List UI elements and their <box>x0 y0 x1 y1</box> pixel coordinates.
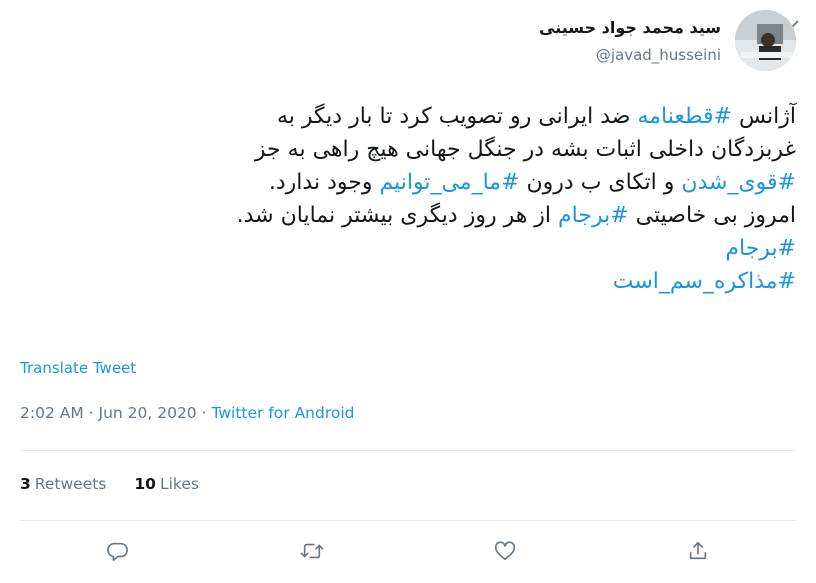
hashtag-link[interactable]: #برجام <box>725 236 796 261</box>
meta-separator: · <box>83 404 99 422</box>
hashtag-link[interactable]: #مذاکره_سم_است <box>613 269 796 294</box>
tweet-text: آژانس #قطعنامه ضد ایرانی رو تصویب کرد تا… <box>20 100 796 298</box>
likes-count: 10 <box>134 475 156 493</box>
retweets-label: Retweets <box>34 475 107 493</box>
hashtag-link[interactable]: #ما_می_توانیم <box>379 170 519 195</box>
divider <box>20 520 796 521</box>
tweet-text-segment: غربزدگان داخلی اثبات بشه در جنگل جهانی ه… <box>254 137 796 162</box>
tweet-text-line: #قوی_شدن و اتکای ب درون #ما_می_توانیم وج… <box>20 166 796 199</box>
like-icon <box>494 541 516 561</box>
tweet-date[interactable]: Jun 20, 2020 <box>99 404 197 422</box>
tweet-source-link[interactable]: Twitter for Android <box>211 404 354 422</box>
likes-label: Likes <box>159 475 199 493</box>
tweet-text-segment: ضد ایرانی رو تصویب کرد تا بار دیگر به <box>276 104 638 129</box>
tweet-text-line: #مذاکره_سم_است <box>20 265 796 298</box>
tweet-text-segment: امروز بی خاصیتی <box>628 203 796 228</box>
tweet-text-line: #برجام <box>20 232 796 265</box>
tweet-time[interactable]: 2:02 AM <box>20 404 84 422</box>
tweet-text-segment: آژانس <box>731 104 796 129</box>
retweets-stat[interactable]: 3 Retweets <box>20 475 106 493</box>
tweet-author[interactable]: سید محمد جواد حسینی @javad_husseini <box>461 10 796 71</box>
hashtag-link[interactable]: #قطعنامه <box>637 104 732 129</box>
tweet-stats: 3 Retweets 10 Likes <box>20 475 227 493</box>
retweets-count: 3 <box>20 475 31 493</box>
hashtag-link[interactable]: #قوی_شدن <box>681 170 796 195</box>
tweet-meta: 2:02 AM · Jun 20, 2020 · Twitter for And… <box>20 404 355 422</box>
share-button[interactable] <box>681 534 715 568</box>
tweet-text-line: امروز بی خاصیتی #برجام از هر روز دیگری ب… <box>20 199 796 232</box>
tweet-text-line: آژانس #قطعنامه ضد ایرانی رو تصویب کرد تا… <box>20 100 796 133</box>
tweet-text-segment: و اتکای ب درون <box>519 170 682 195</box>
reply-button[interactable] <box>101 534 135 568</box>
hashtag-link[interactable]: #برجام <box>558 203 629 228</box>
retweet-icon <box>300 543 324 559</box>
tweet-text-line: غربزدگان داخلی اثبات بشه در جنگل جهانی ه… <box>20 133 796 166</box>
translate-tweet-link[interactable]: Translate Tweet <box>20 359 136 377</box>
retweet-button[interactable] <box>295 534 329 568</box>
likes-stat[interactable]: 10 Likes <box>134 475 199 493</box>
tweet-actions <box>0 534 816 568</box>
divider <box>20 450 796 451</box>
author-display-name[interactable]: سید محمد جواد حسینی <box>461 16 721 40</box>
meta-separator: · <box>196 404 212 422</box>
tweet-text-segment: از هر روز دیگری بیشتر نمایان شد. <box>236 203 559 228</box>
like-button[interactable] <box>488 534 522 568</box>
author-handle[interactable]: @javad_husseini <box>461 44 721 66</box>
tweet-text-segment: وجود ندارد. <box>268 170 380 195</box>
share-icon <box>689 541 707 560</box>
reply-icon <box>107 542 128 561</box>
avatar[interactable] <box>735 10 796 71</box>
